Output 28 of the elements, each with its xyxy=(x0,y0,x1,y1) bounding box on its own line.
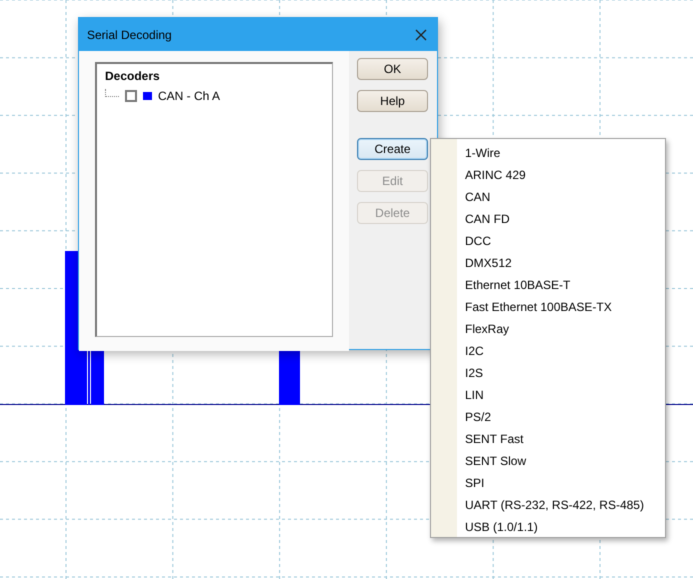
menu-item[interactable]: USB (1.0/1.1) xyxy=(431,516,665,538)
menu-item[interactable]: I2S xyxy=(431,362,665,384)
dialog-button[interactable]: Create xyxy=(357,138,428,160)
close-button[interactable] xyxy=(413,28,429,41)
menu-item[interactable]: UART (RS-232, RS-422, RS-485) xyxy=(431,494,665,516)
menu-item[interactable]: CAN xyxy=(431,186,665,208)
menu-item[interactable]: Fast Ethernet 100BASE-TX xyxy=(431,296,665,318)
window-title: Serial Decoding xyxy=(87,26,172,44)
menu-item[interactable]: FlexRay xyxy=(431,318,665,340)
menu-item[interactable]: Ethernet 10BASE-T xyxy=(431,274,665,296)
menu-item[interactable]: LIN xyxy=(431,384,665,406)
tree-connector xyxy=(105,89,119,97)
menu-item[interactable]: PS/2 xyxy=(431,406,665,428)
menu-item[interactable]: SENT Fast xyxy=(431,428,665,450)
dialog-button[interactable]: Help xyxy=(357,90,428,112)
menu-item[interactable]: 1-Wire xyxy=(431,142,665,164)
tree-heading: Decoders xyxy=(105,68,161,85)
close-icon xyxy=(415,28,427,41)
menu-item[interactable]: SENT Slow xyxy=(431,450,665,472)
menu-item[interactable]: SPI xyxy=(431,472,665,494)
tree-item-label[interactable]: CAN - Ch A xyxy=(158,87,220,105)
menu-item[interactable]: DCC xyxy=(431,230,665,252)
menu-item[interactable]: ARINC 429 xyxy=(431,164,665,186)
dialog-button[interactable]: OK xyxy=(357,58,428,80)
checkbox[interactable] xyxy=(125,90,137,102)
menu-item[interactable]: CAN FD xyxy=(431,208,665,230)
menu-item[interactable]: I2C xyxy=(431,340,665,362)
menu-item[interactable]: DMX512 xyxy=(431,252,665,274)
